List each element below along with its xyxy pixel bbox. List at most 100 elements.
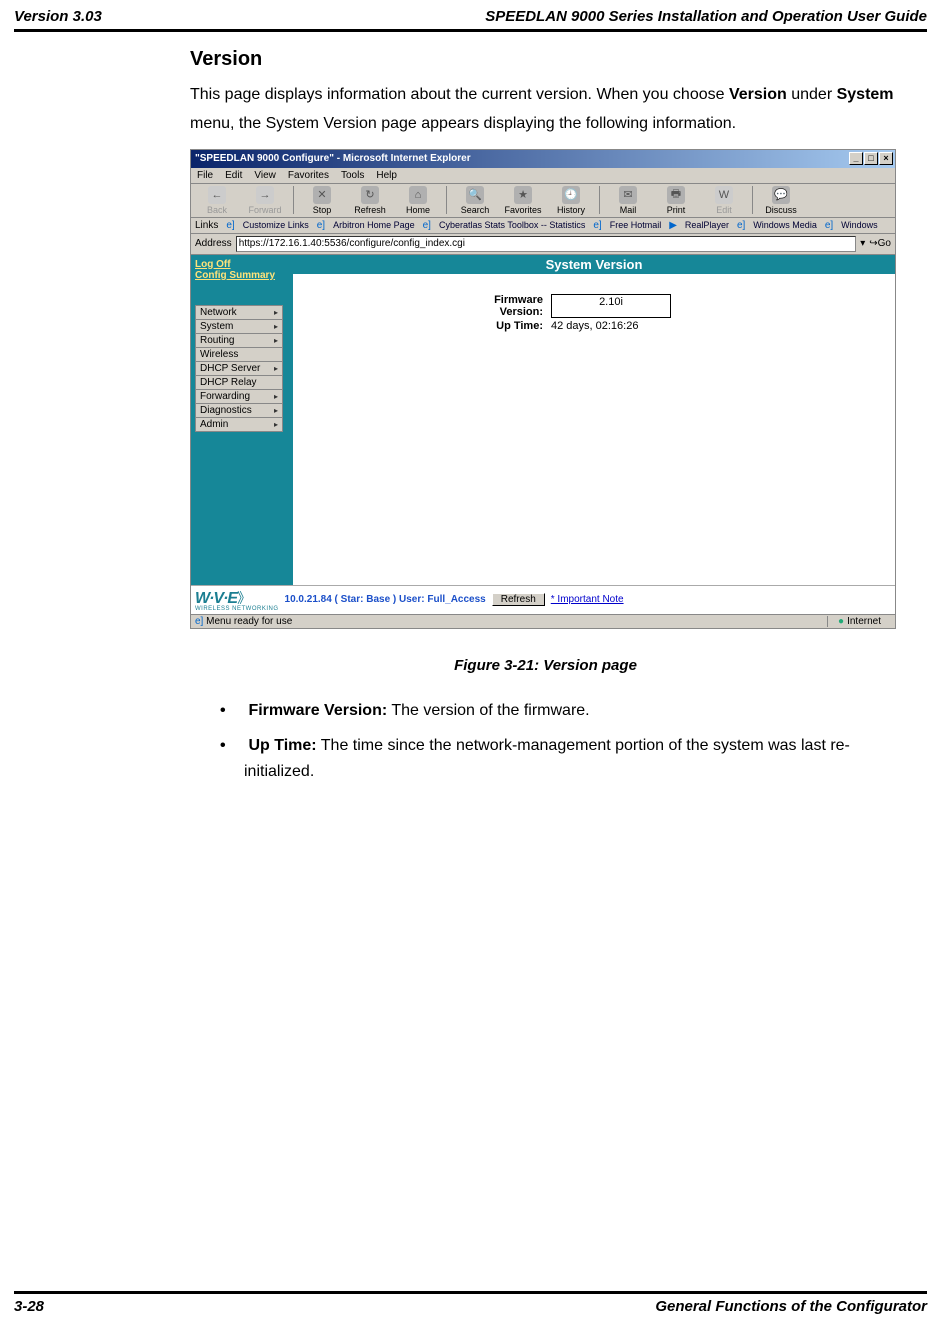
config-summary-link[interactable]: Config Summary <box>195 270 289 281</box>
toolbar-separator <box>752 186 753 214</box>
toolbar-separator <box>599 186 600 214</box>
toolbar-back[interactable]: ←Back <box>195 186 239 215</box>
sidebar-item-forwarding[interactable]: Forwarding▸ <box>195 389 283 403</box>
refresh-icon: ↻ <box>361 186 379 204</box>
address-bar: Address ▾ ↪Go <box>191 234 895 255</box>
chevron-right-icon: ▸ <box>274 336 278 345</box>
toolbar-mail[interactable]: ✉Mail <box>606 186 650 215</box>
maximize-button[interactable]: □ <box>864 152 878 165</box>
logoff-link[interactable]: Log Off <box>195 259 289 270</box>
linksbar-label: Links <box>195 220 218 231</box>
menu-favorites[interactable]: Favorites <box>288 170 329 181</box>
dropdown-icon[interactable]: ▾ <box>860 238 865 249</box>
sidebar-item-diagnostics[interactable]: Diagnostics▸ <box>195 403 283 417</box>
window-title: "SPEEDLAN 9000 Configure" - Microsoft In… <box>195 153 471 164</box>
home-icon: ⌂ <box>409 186 427 204</box>
toolbar-home[interactable]: ⌂Home <box>396 186 440 215</box>
footer-chapter: General Functions of the Configurator <box>655 1298 927 1315</box>
menu-tools[interactable]: Tools <box>341 170 364 181</box>
toolbar-stop[interactable]: ✕Stop <box>300 186 344 215</box>
ie-icon: e] <box>317 220 325 231</box>
toolbar-favorites[interactable]: ★Favorites <box>501 186 545 215</box>
address-input[interactable] <box>236 236 857 252</box>
toolbar-edit[interactable]: WEdit <box>702 186 746 215</box>
bullet-desc: The version of the firmware. <box>387 702 589 719</box>
toolbar-discuss[interactable]: 💬Discuss <box>759 186 803 215</box>
history-icon: 🕘 <box>562 186 580 204</box>
sidebar-item-routing[interactable]: Routing▸ <box>195 333 283 347</box>
uptime-label: Up Time: <box>473 320 543 332</box>
section-title: Version <box>190 48 901 71</box>
minimize-button[interactable]: _ <box>849 152 863 165</box>
page-number: 3-28 <box>14 1298 44 1315</box>
back-icon: ← <box>208 186 226 204</box>
sidebar-item-dhcp-relay[interactable]: DHCP Relay <box>195 375 283 389</box>
refresh-button[interactable]: Refresh <box>492 593 545 606</box>
menu-edit[interactable]: Edit <box>225 170 242 181</box>
intro-text: under <box>787 86 837 103</box>
menu-help[interactable]: Help <box>376 170 397 181</box>
chevron-right-icon: ▸ <box>274 392 278 401</box>
toolbar-separator <box>446 186 447 214</box>
page-footer-bar: W·V·E》 WIRELESS NETWORKING 10.0.21.84 ( … <box>191 585 895 614</box>
wave-logo-sub: WIRELESS NETWORKING <box>195 606 279 612</box>
firmware-value: 2.10i <box>551 294 671 318</box>
header-version: Version 3.03 <box>14 8 102 25</box>
ie-icon: e] <box>226 220 234 231</box>
sidebar-menu: Network▸ System▸ Routing▸ Wireless DHCP … <box>191 285 293 585</box>
menubar: File Edit View Favorites Tools Help <box>191 168 895 184</box>
edit-icon: W <box>715 186 733 204</box>
sidebar-item-admin[interactable]: Admin▸ <box>195 417 283 432</box>
toolbar-history[interactable]: 🕘History <box>549 186 593 215</box>
chevron-right-icon: ▸ <box>274 322 278 331</box>
status-text: 10.0.21.84 ( Star: Base ) User: Full_Acc… <box>285 594 486 605</box>
sidebar-item-dhcp-server[interactable]: DHCP Server▸ <box>195 361 283 375</box>
go-button[interactable]: ↪Go <box>869 238 891 249</box>
link-realplayer[interactable]: RealPlayer <box>685 220 729 230</box>
bullet-term: Firmware Version: <box>248 702 387 719</box>
intro-bold-system: System <box>837 86 894 103</box>
toolbar-print[interactable]: 🖶Print <box>654 186 698 215</box>
footer-rule-thick <box>14 1292 927 1294</box>
sidebar-item-system[interactable]: System▸ <box>195 319 283 333</box>
intro-bold-version: Version <box>729 86 787 103</box>
chevron-right-icon: ▸ <box>274 308 278 317</box>
stop-icon: ✕ <box>313 186 331 204</box>
ie-icon: ▶ <box>669 220 677 231</box>
toolbar-forward[interactable]: →Forward <box>243 186 287 215</box>
link-hotmail[interactable]: Free Hotmail <box>610 220 662 230</box>
forward-icon: → <box>256 186 274 204</box>
mail-icon: ✉ <box>619 186 637 204</box>
sidebar: Log Off Config Summary Network▸ System▸ … <box>191 255 293 585</box>
link-arbitron[interactable]: Arbitron Home Page <box>333 220 415 230</box>
toolbar-separator <box>293 186 294 214</box>
close-button[interactable]: × <box>879 152 893 165</box>
intro-text: This page displays information about the… <box>190 86 729 103</box>
main-content: System Version Firmware Version: 2.10i U… <box>293 255 895 585</box>
intro-text: menu, the System Version page appears di… <box>190 115 736 132</box>
menu-view[interactable]: View <box>254 170 276 181</box>
sidebar-item-wireless[interactable]: Wireless <box>195 347 283 361</box>
discuss-icon: 💬 <box>772 186 790 204</box>
link-customize[interactable]: Customize Links <box>243 220 309 230</box>
chevron-right-icon: ▸ <box>274 364 278 373</box>
chevron-right-icon: ▸ <box>274 406 278 415</box>
bullet-term: Up Time: <box>248 737 316 754</box>
statusbar: e] Menu ready for use ●Internet <box>191 614 895 628</box>
toolbar-refresh[interactable]: ↻Refresh <box>348 186 392 215</box>
ie-icon: e] <box>593 220 601 231</box>
search-icon: 🔍 <box>466 186 484 204</box>
link-winmedia[interactable]: Windows Media <box>753 220 817 230</box>
sidebar-item-network[interactable]: Network▸ <box>195 305 283 319</box>
zone-label: Internet <box>847 616 881 627</box>
menu-file[interactable]: File <box>197 170 213 181</box>
link-windows[interactable]: Windows <box>841 220 878 230</box>
wave-logo: W·V·E <box>195 590 237 607</box>
address-label: Address <box>195 238 232 249</box>
important-note-link[interactable]: * Important Note <box>551 594 624 605</box>
linksbar: Links e] Customize Links e] Arbitron Home … <box>191 218 895 234</box>
link-cyberatlas[interactable]: Cyberatlas Stats Toolbox -- Statistics <box>439 220 585 230</box>
window-titlebar: "SPEEDLAN 9000 Configure" - Microsoft In… <box>191 150 895 168</box>
bullet-uptime: Up Time: The time since the network-mana… <box>244 733 901 784</box>
toolbar-search[interactable]: 🔍Search <box>453 186 497 215</box>
